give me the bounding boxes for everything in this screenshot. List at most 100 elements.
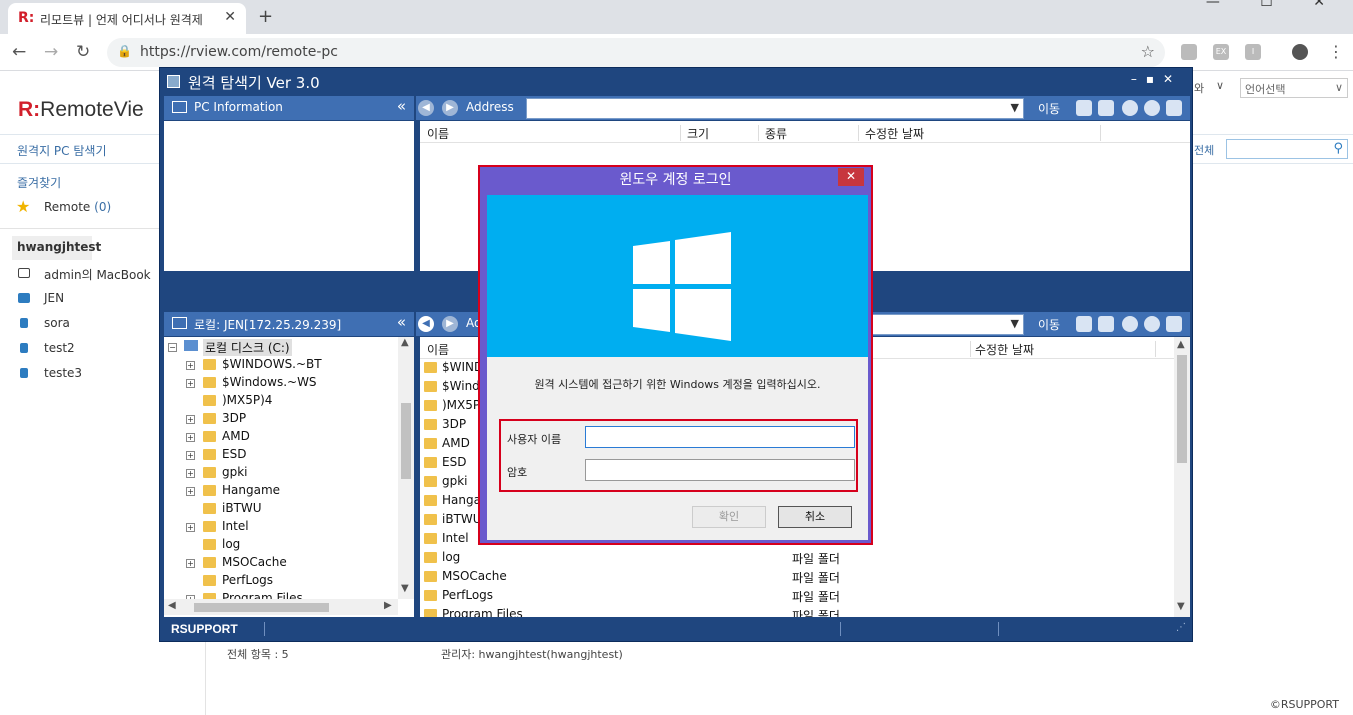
- favorites-remote[interactable]: Remote (0): [44, 200, 111, 214]
- collapse-icon[interactable]: «: [397, 313, 406, 331]
- right-menu-partial[interactable]: 와: [1194, 80, 1204, 96]
- tree-folder-row[interactable]: PerfLogs: [164, 572, 394, 590]
- refresh-icon[interactable]: [1122, 100, 1138, 116]
- new-folder-icon[interactable]: [1076, 100, 1092, 116]
- dialog-close-button[interactable]: ✕: [838, 168, 864, 186]
- dialog-title[interactable]: 윈도우 계정 로그인: [480, 167, 871, 194]
- collapse-icon[interactable]: «: [397, 97, 406, 115]
- column-modified[interactable]: 수정한 날짜: [975, 341, 1034, 358]
- explorer-window-controls[interactable]: –▪✕: [1131, 72, 1182, 86]
- tab-close-icon[interactable]: ✕: [224, 9, 236, 25]
- expand-icon[interactable]: +: [186, 361, 195, 370]
- tree-folder-row[interactable]: log: [164, 536, 394, 554]
- tree-hscroll-thumb[interactable]: [194, 603, 329, 612]
- device-item[interactable]: admin의 MacBook: [44, 266, 151, 283]
- remoteview-logo[interactable]: R:RemoteVie: [18, 98, 144, 122]
- tree-folder-row[interactable]: + ESD: [164, 446, 394, 464]
- back-arrow-icon[interactable]: ◀: [418, 100, 434, 116]
- username-input[interactable]: [585, 426, 855, 448]
- language-select[interactable]: 언어선택 ∨: [1240, 78, 1348, 98]
- profile-icon[interactable]: [1292, 44, 1308, 60]
- bookmark-star-icon[interactable]: ☆: [1141, 42, 1155, 61]
- expand-icon[interactable]: +: [186, 379, 195, 388]
- device-item[interactable]: sora: [44, 316, 70, 330]
- files-vscrollbar[interactable]: ▲ ▼: [1174, 337, 1190, 617]
- new-folder-icon[interactable]: [1076, 316, 1092, 332]
- file-row[interactable]: Program Files 파일 폴더: [420, 605, 1170, 617]
- column-name[interactable]: 이름: [427, 125, 449, 142]
- expand-icon[interactable]: +: [186, 469, 195, 478]
- subnav-remote-explorer[interactable]: 원격지 PC 탐색기: [17, 142, 107, 159]
- forward-arrow-icon[interactable]: ▶: [442, 316, 458, 332]
- explorer-titlebar[interactable]: 원격 탐색기 Ver 3.0 –▪✕: [160, 68, 1192, 96]
- device-item[interactable]: JEN: [44, 291, 64, 305]
- device-item[interactable]: teste3: [44, 366, 82, 380]
- tree-folder-row[interactable]: +3DP: [164, 410, 394, 428]
- column-name[interactable]: 이름: [427, 341, 449, 358]
- back-arrow-icon[interactable]: ←: [12, 42, 26, 62]
- device-item[interactable]: test2: [44, 341, 75, 355]
- scroll-up-icon[interactable]: ▲: [1177, 339, 1185, 350]
- tree-folder-row[interactable]: + $WINDOWS.~BT: [164, 356, 394, 374]
- expand-icon[interactable]: +: [186, 523, 195, 532]
- expand-icon[interactable]: +: [186, 415, 195, 424]
- password-input[interactable]: [585, 459, 855, 481]
- tree-folder-row[interactable]: + Hangame: [164, 482, 394, 500]
- expand-icon[interactable]: +: [186, 487, 195, 496]
- resize-grip-icon[interactable]: ⋰: [1176, 622, 1186, 633]
- tree-hscrollbar[interactable]: ◀ ▶: [164, 599, 398, 615]
- view-options-icon[interactable]: [1166, 316, 1182, 332]
- expand-icon[interactable]: +: [186, 451, 195, 460]
- scroll-right-icon[interactable]: ▶: [384, 600, 392, 611]
- tree-folder-row[interactable]: + Intel: [164, 518, 394, 536]
- refresh-icon[interactable]: [1122, 316, 1138, 332]
- tree-folder-row[interactable]: iBTWU: [164, 500, 394, 518]
- scroll-left-icon[interactable]: ◀: [168, 600, 176, 611]
- address-bar[interactable]: 🔒 https://rview.com/remote-pc ☆: [107, 38, 1165, 67]
- extension-icon[interactable]: [1181, 44, 1197, 60]
- column-type[interactable]: 종류: [765, 125, 787, 142]
- move-button[interactable]: 이동: [1038, 100, 1060, 117]
- back-arrow-icon[interactable]: ◀: [418, 316, 434, 332]
- scroll-down-icon[interactable]: ▼: [1177, 601, 1185, 612]
- new-tab-button[interactable]: +: [258, 6, 273, 27]
- tree-vscrollbar[interactable]: ▲ ▼: [398, 337, 414, 599]
- search-icon[interactable]: ⚲: [1333, 141, 1343, 156]
- tree-folder-row[interactable]: )MX5P)4: [164, 392, 394, 410]
- scroll-up-icon[interactable]: ▲: [401, 337, 409, 348]
- file-row[interactable]: log 파일 폴더: [420, 548, 1170, 567]
- ok-button[interactable]: 확인: [692, 506, 766, 528]
- view-options-icon[interactable]: [1166, 100, 1182, 116]
- reload-icon[interactable]: ↻: [76, 42, 90, 62]
- tree-folder-row[interactable]: + gpki: [164, 464, 394, 482]
- search-input[interactable]: ⚲: [1226, 139, 1348, 159]
- column-size[interactable]: 크기: [687, 125, 709, 142]
- tree-vscroll-thumb[interactable]: [401, 403, 411, 479]
- tree-folder-row[interactable]: + $Windows.~WS: [164, 374, 394, 392]
- window-controls[interactable]: — ☐ ✕: [1206, 0, 1343, 10]
- delete-icon[interactable]: [1144, 100, 1160, 116]
- menu-kebab-icon[interactable]: ⋮: [1328, 42, 1344, 61]
- delete-icon[interactable]: [1144, 316, 1160, 332]
- tree-folder-row[interactable]: + AMD: [164, 428, 394, 446]
- file-row[interactable]: PerfLogs 파일 폴더: [420, 586, 1170, 605]
- group-name[interactable]: hwangjhtest: [17, 240, 101, 254]
- move-button[interactable]: 이동: [1038, 316, 1060, 333]
- file-row[interactable]: MSOCache 파일 폴더: [420, 567, 1170, 586]
- search-scope[interactable]: 전체: [1194, 142, 1214, 158]
- forward-arrow-icon[interactable]: ▶: [442, 100, 458, 116]
- chevron-down-icon[interactable]: ▼: [1011, 317, 1019, 330]
- expand-icon[interactable]: +: [186, 433, 195, 442]
- files-vscroll-thumb[interactable]: [1177, 355, 1187, 463]
- cancel-button[interactable]: 취소: [778, 506, 852, 528]
- ex-extension-icon[interactable]: EX: [1213, 44, 1229, 60]
- scroll-down-icon[interactable]: ▼: [401, 583, 409, 594]
- top-address-input[interactable]: ▼: [526, 98, 1024, 119]
- copy-folder-icon[interactable]: [1098, 316, 1114, 332]
- tree-drive-row[interactable]: − 로컬 디스크 (C:): [164, 338, 404, 356]
- browser-tab[interactable]: R: 리모트뷰 | 언제 어디서나 원격제 ✕: [8, 3, 246, 34]
- copy-folder-icon[interactable]: [1098, 100, 1114, 116]
- column-modified[interactable]: 수정한 날짜: [865, 125, 924, 142]
- collapse-icon[interactable]: −: [168, 343, 177, 352]
- forward-arrow-icon[interactable]: →: [44, 42, 58, 62]
